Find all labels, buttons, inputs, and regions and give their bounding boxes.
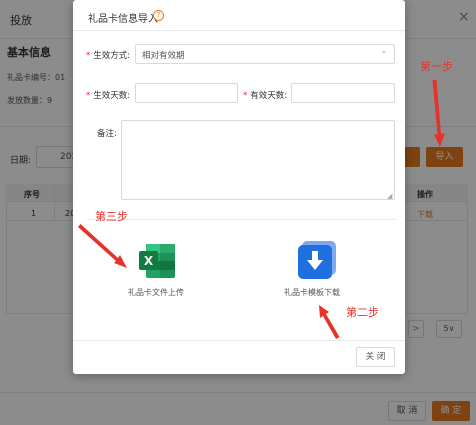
arrow-step3 — [78, 224, 127, 268]
annotation-arrows — [78, 80, 445, 339]
arrow-step2 — [319, 305, 340, 339]
arrow-step1 — [432, 80, 445, 147]
